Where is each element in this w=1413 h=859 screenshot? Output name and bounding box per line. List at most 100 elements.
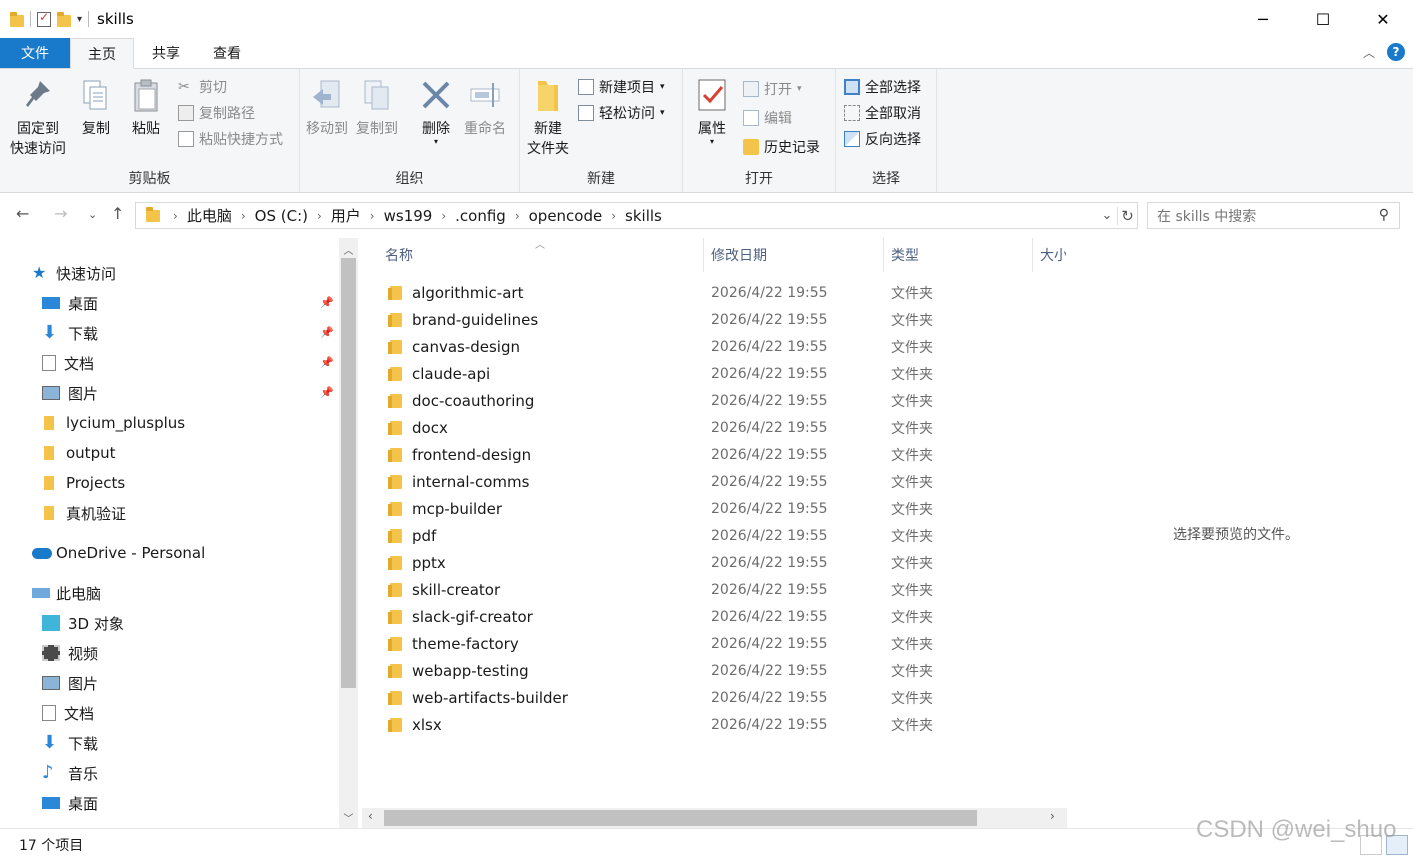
column-header-size[interactable]: 大小 [1040, 238, 1066, 272]
breadcrumb-config[interactable]: .config [455, 207, 506, 225]
file-name[interactable]: claude-api [412, 360, 490, 387]
select-none-button[interactable]: 全部取消 [844, 101, 921, 125]
nav-this-pc[interactable]: 此电脑 [32, 578, 101, 608]
delete-dropdown-icon[interactable]: ▾ [434, 138, 438, 146]
file-name[interactable]: pptx [412, 549, 446, 576]
scroll-right-icon[interactable]: › [1050, 809, 1055, 823]
file-row[interactable]: mcp-builder 2026/4/22 19:55 文件夹 [362, 495, 1067, 522]
nav-item-folder[interactable]: lycium_plusplus [42, 408, 185, 438]
paste-button[interactable]: 粘贴 [130, 77, 162, 139]
file-row[interactable]: doc-coauthoring 2026/4/22 19:55 文件夹 [362, 387, 1067, 414]
maximize-button[interactable]: ☐ [1293, 0, 1353, 38]
search-input[interactable]: 在 skills 中搜索 ⚲ [1147, 202, 1400, 229]
nav-item-folder[interactable]: output [42, 438, 115, 468]
file-name[interactable]: algorithmic-art [412, 279, 523, 306]
nav-item-pictures[interactable]: 图片 [42, 378, 98, 408]
pin-to-quick-access-button[interactable]: 固定到 快速访问 [10, 77, 66, 159]
collapse-ribbon-chevron-icon[interactable]: ︿ [1363, 44, 1375, 61]
nav-item-downloads[interactable]: ⬇ 下载 [42, 318, 98, 348]
tab-file[interactable]: 文件 [0, 38, 70, 68]
easy-access-button[interactable]: 轻松访问 ▾ [578, 101, 665, 125]
address-bar[interactable]: › 此电脑 › OS (C:) › 用户 › ws199 › .config › openc… [135, 202, 1138, 229]
search-icon[interactable]: ⚲ [1379, 207, 1389, 223]
nav-item-desktop[interactable]: 桌面 [42, 288, 98, 318]
column-header-date[interactable]: 修改日期 [711, 238, 767, 272]
breadcrumb-chevron-icon[interactable]: › [515, 209, 520, 223]
help-icon[interactable]: ? [1387, 43, 1405, 61]
open-button[interactable]: 打开 ▾ [743, 77, 802, 101]
file-row[interactable]: theme-factory 2026/4/22 19:55 文件夹 [362, 630, 1067, 657]
properties-button[interactable]: 属性 ▾ [696, 77, 728, 146]
close-button[interactable]: ✕ [1353, 0, 1413, 38]
nav-item-pictures[interactable]: 图片 [42, 668, 98, 698]
nav-item-folder[interactable]: Projects [42, 468, 125, 498]
file-row[interactable]: internal-comms 2026/4/22 19:55 文件夹 [362, 468, 1067, 495]
file-name[interactable]: theme-factory [412, 630, 519, 657]
nav-item-documents[interactable]: 文档 [42, 348, 94, 378]
file-name[interactable]: internal-comms [412, 468, 529, 495]
new-item-button[interactable]: 新建项目 ▾ [578, 75, 665, 99]
breadcrumb-this-pc[interactable]: 此电脑 [187, 205, 232, 226]
breadcrumb-chevron-icon[interactable]: › [441, 209, 446, 223]
file-name[interactable]: docx [412, 414, 448, 441]
file-name[interactable]: doc-coauthoring [412, 387, 534, 414]
nav-item-downloads[interactable]: ⬇ 下载 [42, 728, 98, 758]
nav-onedrive[interactable]: OneDrive - Personal [32, 538, 205, 568]
refresh-icon[interactable]: ↻ [1117, 206, 1137, 225]
minimize-button[interactable]: ─ [1233, 0, 1293, 38]
file-row[interactable]: webapp-testing 2026/4/22 19:55 文件夹 [362, 657, 1067, 684]
file-list-hscrollbar[interactable]: ‹ › [362, 808, 1067, 828]
file-name[interactable]: frontend-design [412, 441, 531, 468]
tab-view[interactable]: 查看 [197, 38, 258, 68]
scroll-down-icon[interactable]: ﹀ [339, 810, 358, 825]
pin-icon[interactable]: 📌 [320, 386, 334, 399]
file-row[interactable]: pdf 2026/4/22 19:55 文件夹 [362, 522, 1067, 549]
customize-toolbar-chevron-icon[interactable]: ▾ [77, 14, 82, 25]
new-folder-button[interactable]: 新建 文件夹 [527, 77, 569, 159]
file-name[interactable]: webapp-testing [412, 657, 529, 684]
forward-arrow-icon[interactable]: → [54, 204, 67, 223]
invert-selection-button[interactable]: 反向选择 [844, 127, 921, 151]
move-to-button[interactable]: 移动到 [306, 77, 348, 139]
rename-button[interactable]: 重命名 [464, 77, 506, 139]
breadcrumb-opencode[interactable]: opencode [529, 207, 603, 225]
properties-icon[interactable] [37, 10, 51, 27]
file-row[interactable]: web-artifacts-builder 2026/4/22 19:55 文件夹 [362, 684, 1067, 711]
file-row[interactable]: docx 2026/4/22 19:55 文件夹 [362, 414, 1067, 441]
breadcrumb-chevron-icon[interactable]: › [611, 209, 616, 223]
nav-quick-access[interactable]: ★ 快速访问 [32, 258, 116, 288]
file-row[interactable]: algorithmic-art 2026/4/22 19:55 文件夹 [362, 279, 1067, 306]
file-name[interactable]: canvas-design [412, 333, 520, 360]
file-name[interactable]: xlsx [412, 711, 442, 738]
file-row[interactable]: xlsx 2026/4/22 19:55 文件夹 [362, 711, 1067, 738]
file-row[interactable]: brand-guidelines 2026/4/22 19:55 文件夹 [362, 306, 1067, 333]
nav-item-3d-objects[interactable]: 3D 对象 [42, 608, 124, 638]
breadcrumb-skills[interactable]: skills [625, 207, 662, 225]
file-name[interactable]: mcp-builder [412, 495, 502, 522]
paste-shortcut-button[interactable]: 粘贴快捷方式 [178, 127, 283, 151]
file-row[interactable]: frontend-design 2026/4/22 19:55 文件夹 [362, 441, 1067, 468]
nav-item-folder[interactable]: 真机验证 [42, 498, 126, 528]
copy-to-button[interactable]: 复制到 [356, 77, 398, 139]
back-arrow-icon[interactable]: ← [16, 204, 29, 223]
address-history-chevron-icon[interactable]: ⌄ [1097, 208, 1117, 223]
copy-button[interactable]: 复制 [80, 77, 112, 139]
file-name[interactable]: slack-gif-creator [412, 603, 533, 630]
copy-path-button[interactable]: 复制路径 [178, 101, 255, 125]
properties-dropdown-icon[interactable]: ▾ [710, 138, 714, 146]
breadcrumb-chevron-icon[interactable]: › [317, 209, 322, 223]
pin-icon[interactable]: 📌 [320, 296, 334, 309]
delete-button[interactable]: 删除 ▾ [420, 77, 452, 146]
breadcrumb-users[interactable]: 用户 [331, 205, 361, 226]
file-row[interactable]: canvas-design 2026/4/22 19:55 文件夹 [362, 333, 1067, 360]
file-name[interactable]: brand-guidelines [412, 306, 538, 333]
up-arrow-icon[interactable]: ↑ [111, 204, 124, 223]
tab-home[interactable]: 主页 [70, 38, 134, 69]
recent-locations-chevron-icon[interactable]: ⌄ [88, 208, 97, 221]
breadcrumb-chevron-icon[interactable]: › [370, 209, 375, 223]
cut-button[interactable]: ✂ 剪切 [178, 75, 227, 99]
column-divider[interactable] [1032, 238, 1033, 272]
file-name[interactable]: web-artifacts-builder [412, 684, 568, 711]
tab-share[interactable]: 共享 [134, 38, 197, 68]
nav-scrollbar[interactable]: ︿ ﹀ [339, 238, 358, 828]
